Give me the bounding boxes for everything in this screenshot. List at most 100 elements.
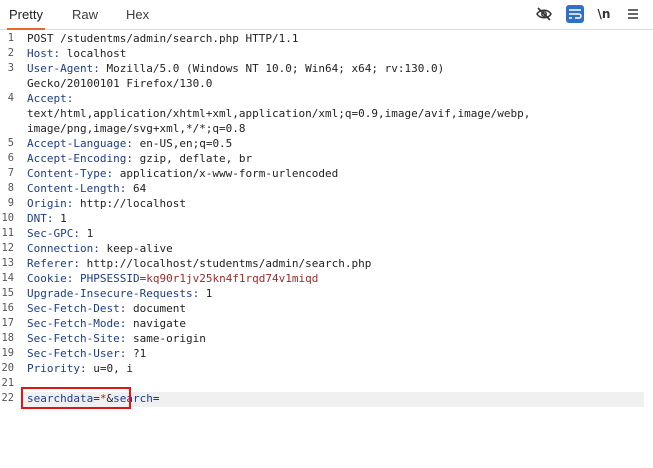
header-value: http://localhost/studentms/admin/search.… [79,257,372,270]
header-name: Sec-Fetch-Site: [27,332,127,345]
tab-raw[interactable]: Raw [72,0,98,29]
header-line-cookie: Cookie: PHPSESSID=kq90r1jv25kn4f1rqd74v1… [27,271,318,286]
header-line-content-length: Content-Length: 64 [27,181,146,196]
header-value: application/x-www-form-urlencoded [113,167,339,180]
word-wrap-icon[interactable] [566,5,584,23]
header-value: en-US,en;q=0.5 [132,137,233,150]
line-number: 11 [1,227,14,239]
header-name: DNT: [27,212,54,225]
hamburger-menu-icon[interactable] [624,5,642,23]
header-name: Accept-Language: [27,137,133,150]
header-line-sec-fetch-mode: Sec-Fetch-Mode: navigate [27,316,186,331]
header-value: u=0, i [86,362,133,375]
line-number: 6 [7,152,14,164]
header-line-content-type: Content-Type: application/x-www-form-url… [27,166,338,181]
header-line-user-agent-cont: Gecko/20100101 Firefox/130.0 [27,76,212,91]
request-editor[interactable]: POST /studentms/admin/search.php HTTP/1.… [21,30,653,468]
header-value: text/html,application/xhtml+xml,applicat… [27,107,531,120]
header-line-sec-gpc: Sec-GPC: 1 [27,226,93,241]
header-line-origin: Origin: http://localhost [27,196,186,211]
header-value: localhost [60,47,127,60]
header-value: 1 [199,287,213,300]
header-value: http://localhost [73,197,186,210]
line-number-gutter: 1 2 3 4 5 6 7 8 9 10 11 12 13 14 15 16 1… [0,30,23,468]
message-editor-toolbar: Pretty Raw Hex \n [0,0,653,30]
line-number: 21 [1,377,14,389]
header-name: Cookie: [27,272,74,285]
header-name: Connection: [27,242,100,255]
header-value: 64 [126,182,147,195]
header-value: gzip, deflate, br [132,152,253,165]
header-name: Accept: [27,92,74,105]
tab-hex-label: Hex [126,7,150,22]
tab-pretty[interactable]: Pretty [7,0,45,30]
line-number: 15 [1,287,14,299]
header-name: Content-Type: [27,167,114,180]
line-number: 14 [1,272,14,284]
header-value: document [126,302,186,315]
header-name: Content-Length: [27,182,127,195]
line-number: 9 [7,197,14,209]
header-name: Priority: [27,362,87,375]
header-line-sec-fetch-site: Sec-Fetch-Site: same-origin [27,331,206,346]
header-name: Sec-Fetch-User: [27,347,127,360]
header-line-accept-cont: image/png,image/svg+xml,*/*;q=0.8 [27,121,246,136]
header-line-sec-fetch-user: Sec-Fetch-User: ?1 [27,346,146,361]
header-name: User-Agent: [27,62,100,75]
header-value: 1 [79,227,94,240]
header-line-dnt: DNT: 1 [27,211,67,226]
header-value: 1 [53,212,67,225]
header-line-sec-fetch-dest: Sec-Fetch-Dest: document [27,301,186,316]
header-line-accept-cont: text/html,application/xhtml+xml,applicat… [27,106,530,121]
body-equals: = [152,392,160,405]
header-value: Mozilla/5.0 (Windows NT 10.0; Win64; x64… [99,62,445,75]
header-name: Sec-Fetch-Mode: [27,317,127,330]
header-name: Sec-GPC: [27,227,80,240]
header-line-priority: Priority: u=0, i [27,361,133,376]
eye-off-icon[interactable] [535,5,553,23]
header-name: Sec-Fetch-Dest: [27,302,127,315]
line-number: 19 [1,347,14,359]
tab-raw-label: Raw [72,7,99,22]
line-number: 17 [1,317,14,329]
cookie-value: kq90r1jv25kn4f1rqd74v1miqd [146,272,319,285]
header-line-referer: Referer: http://localhost/studentms/admi… [27,256,371,271]
header-name: Origin: [27,197,74,210]
header-line-user-agent: User-Agent: Mozilla/5.0 (Windows NT 10.0… [27,61,444,76]
header-line-accept: Accept: [27,91,73,106]
tab-hex[interactable]: Hex [126,0,149,29]
tab-pretty-label: Pretty [9,7,43,22]
request-line: POST /studentms/admin/search.php HTTP/1.… [27,31,299,46]
header-value: Gecko/20100101 Firefox/130.0 [27,77,213,90]
header-value: image/png,image/svg+xml,*/*;q=0.8 [27,122,246,135]
newline-toggle-icon[interactable]: \n [594,5,614,23]
line-number: 16 [1,302,14,314]
header-line-connection: Connection: keep-alive [27,241,173,256]
header-name: Referer: [27,257,80,270]
line-number: 3 [7,62,14,74]
header-line-accept-encoding: Accept-Encoding: gzip, deflate, br [27,151,252,166]
request-line-text: POST /studentms/admin/search.php HTTP/1.… [27,32,299,45]
line-number: 20 [1,362,14,374]
newline-toggle-label: \n [597,7,611,21]
line-number: 4 [7,92,14,104]
line-number: 8 [7,182,14,194]
header-line-upgrade-insecure-requests: Upgrade-Insecure-Requests: 1 [27,286,212,301]
header-name: Upgrade-Insecure-Requests: [27,287,200,300]
header-name: Host: [27,47,61,60]
line-number: 12 [1,242,14,254]
line-number: 22 [1,392,14,404]
header-value: same-origin [126,332,206,345]
header-value: ?1 [126,347,147,360]
line-number: 1 [7,32,14,44]
header-value: keep-alive [99,242,173,255]
line-number: 10 [1,212,14,224]
line-number: 5 [7,137,14,149]
line-number: 7 [7,167,14,179]
header-line-host: Host: localhost [27,46,126,61]
red-highlight-box [21,387,131,409]
line-number: 13 [1,257,14,269]
header-line-accept-language: Accept-Language: en-US,en;q=0.5 [27,136,232,151]
line-number: 2 [7,47,14,59]
line-number: 18 [1,332,14,344]
